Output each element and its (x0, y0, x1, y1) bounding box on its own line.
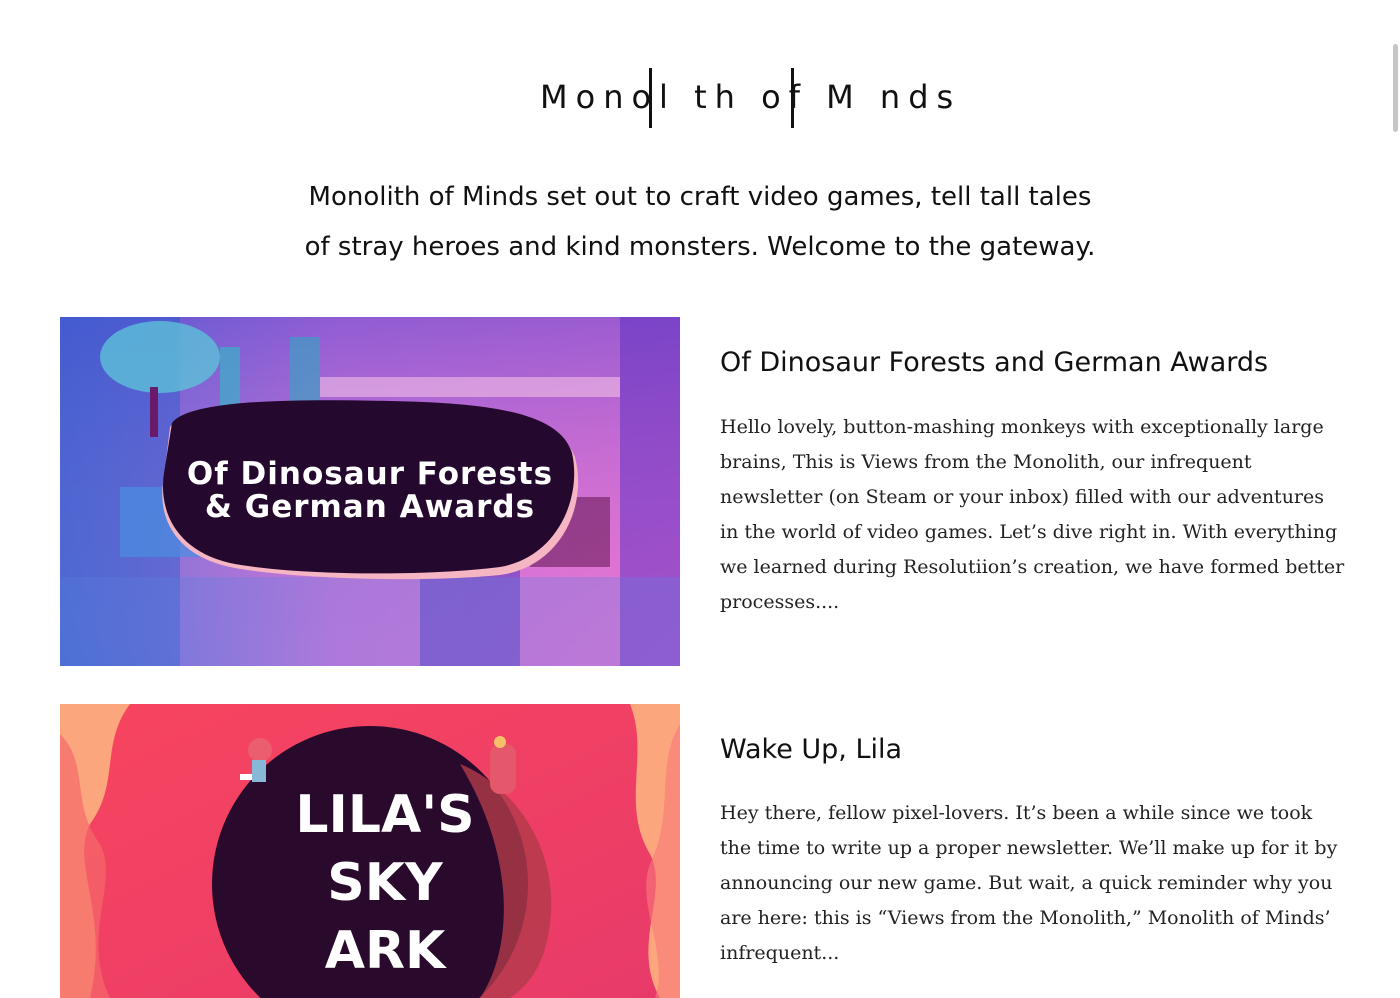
post-excerpt: Hello lovely, button-mashing monkeys wit… (720, 416, 1345, 613)
logo-text: Monol th of M nds (540, 78, 962, 116)
post-thumbnail-caption: Of Dinosaur Forests (187, 456, 553, 492)
post-thumbnail-caption: LILA'S (295, 785, 474, 845)
site-logo[interactable]: Monol th of M nds (540, 66, 962, 130)
tagline-line: Monolith of Minds set out to craft video… (308, 182, 1092, 212)
post-title-link[interactable]: Wake Up, Lila (720, 734, 902, 765)
post-thumbnail[interactable]: LILA'S SKY ARK (60, 704, 680, 998)
post-thumbnail-art: LILA'S SKY ARK (60, 704, 680, 998)
post-thumbnail[interactable]: Of Dinosaur Forests & German Awards (60, 317, 680, 666)
page-scrollbar[interactable] (1388, 0, 1400, 998)
tagline-line: of stray heroes and kind monsters. Welco… (304, 232, 1096, 262)
site-tagline: Monolith of Minds set out to craft video… (300, 172, 1100, 272)
scrollbar-thumb[interactable] (1393, 44, 1398, 132)
post-excerpt: Hey there, fellow pixel-lovers. It’s bee… (720, 802, 1338, 964)
post-card: LILA'S SKY ARK Wake Up, Lila Hey there, … (60, 704, 1350, 998)
post-thumbnail-caption: & German Awards (205, 489, 535, 525)
logo-bar-icon (649, 68, 652, 128)
post-title-link[interactable]: Of Dinosaur Forests and German Awards (720, 347, 1268, 378)
post-card: Of Dinosaur Forests & German Awards Of D… (60, 317, 1350, 666)
post-thumbnail-art: Of Dinosaur Forests & German Awards (60, 317, 680, 666)
post-thumbnail-caption: ARK (325, 921, 447, 981)
post-thumbnail-caption: SKY (327, 853, 444, 913)
logo-bar-icon (791, 68, 794, 128)
